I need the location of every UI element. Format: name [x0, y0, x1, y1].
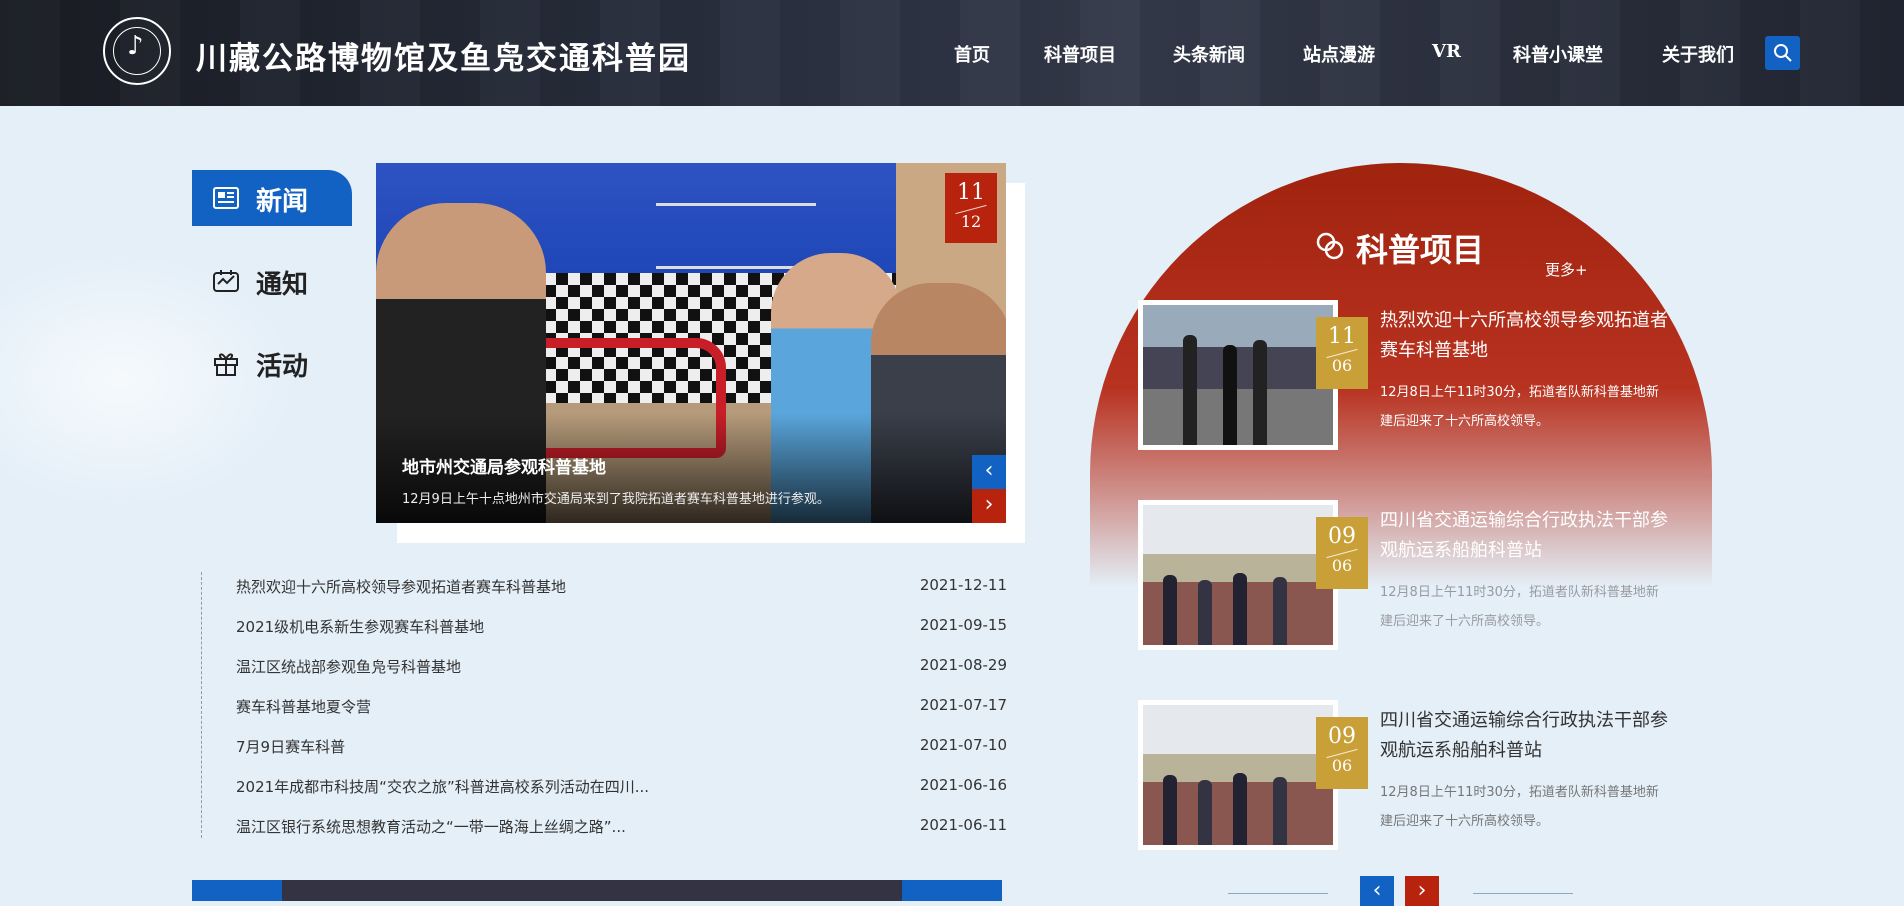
slider-date-badge: 11 12: [945, 173, 997, 243]
science-next-button[interactable]: ›: [1405, 876, 1439, 906]
newspaper-icon: [213, 187, 239, 209]
tab-notice[interactable]: 通知: [192, 253, 352, 309]
science-item[interactable]: 11 06 热烈欢迎十六所高校领导参观拓道者赛车科普基地 12月8日上午11时3…: [1138, 300, 1693, 450]
news-title[interactable]: 温江区银行系统思想教育活动之“一带一路海上丝绸之路”...: [236, 816, 626, 837]
nav-site-tour[interactable]: 站点漫游: [1303, 41, 1375, 67]
news-date: 2021-06-16: [919, 776, 1007, 794]
tab-news[interactable]: 新闻: [192, 170, 352, 226]
news-list: 热烈欢迎十六所高校领导参观拓道者赛车科普基地 2021-12-11 2021级机…: [201, 572, 1007, 838]
pager-line-left: [1228, 893, 1328, 894]
chevron-right-icon: ›: [984, 492, 994, 517]
news-date: 2021-12-11: [919, 576, 1007, 594]
nav-about[interactable]: 关于我们: [1662, 41, 1734, 67]
science-item-desc: 12月8日上午11时30分，拓道者队新科普基地新建后迎来了十六所高校领导。: [1380, 385, 1659, 429]
nav-science-class[interactable]: 科普小课堂: [1513, 41, 1603, 67]
more-link[interactable]: 更多+: [1545, 259, 1588, 280]
tab-activity-label: 活动: [256, 352, 309, 382]
news-date: 2021-06-11: [919, 816, 1007, 834]
chevron-left-icon: ‹: [1372, 878, 1382, 903]
date-day: 06: [1331, 556, 1353, 575]
science-item-date-badge: 09 06: [1316, 517, 1368, 589]
science-item[interactable]: 09 06 四川省交通运输综合行政执法干部参观航运系船舶科普站 12月8日上午1…: [1138, 500, 1693, 650]
chevron-left-icon: ‹: [984, 458, 994, 483]
slider-date-day: 12: [960, 212, 982, 231]
pager-line-right: [1473, 893, 1573, 894]
science-item-thumbnail[interactable]: [1138, 300, 1338, 450]
science-item[interactable]: 09 06 四川省交通运输综合行政执法干部参观航运系船舶科普站 12月8日上午1…: [1138, 700, 1693, 850]
slider-next-button[interactable]: ›: [972, 489, 1006, 523]
date-month: 11: [1328, 324, 1356, 349]
news-date: 2021-08-29: [919, 656, 1007, 674]
site-title[interactable]: 川藏公路博物馆及鱼凫交通科普园: [196, 33, 691, 78]
search-button[interactable]: [1765, 36, 1800, 70]
list-item[interactable]: 2021年成都市科技周“交农之旅”科普进高校系列活动在四川... 2021-06…: [202, 772, 1007, 802]
news-slider[interactable]: 11 12 地市州交通局参观科普基地 12月9日上午十点地州市交通局来到了我院拓…: [376, 163, 1006, 523]
news-title[interactable]: 7月9日赛车科普: [236, 736, 345, 757]
date-day: 06: [1331, 756, 1353, 775]
science-item-desc: 12月8日上午11时30分，拓道者队新科普基地新建后迎来了十六所高校领导。: [1380, 785, 1659, 829]
science-item-desc: 12月8日上午11时30分，拓道者队新科普基地新建后迎来了十六所高校领导。: [1380, 585, 1659, 629]
gift-icon: [214, 353, 238, 376]
science-prev-button[interactable]: ‹: [1360, 876, 1394, 906]
news-title[interactable]: 赛车科普基地夏令营: [236, 696, 371, 717]
science-item-title[interactable]: 四川省交通运输综合行政执法干部参观航运系船舶科普站: [1380, 506, 1680, 566]
nav-science-projects[interactable]: 科普项目: [1044, 41, 1116, 67]
list-item[interactable]: 7月9日赛车科普 2021-07-10: [202, 732, 1007, 762]
nav-headlines[interactable]: 头条新闻: [1173, 41, 1245, 67]
news-title[interactable]: 2021年成都市科技周“交农之旅”科普进高校系列活动在四川...: [236, 776, 649, 797]
logo-seal-icon[interactable]: ♪: [103, 17, 171, 85]
news-title[interactable]: 2021级机电系新生参观赛车科普基地: [236, 616, 484, 637]
list-item[interactable]: 温江区统战部参观鱼凫号科普基地 2021-08-29: [202, 652, 1007, 682]
list-item[interactable]: 热烈欢迎十六所高校领导参观拓道者赛车科普基地 2021-12-11: [202, 572, 1007, 602]
science-item-date-badge: 11 06: [1316, 317, 1368, 389]
date-month: 09: [1328, 724, 1356, 749]
list-item[interactable]: 温江区银行系统思想教育活动之“一带一路海上丝绸之路”... 2021-06-11: [202, 812, 1007, 842]
chevron-right-icon: ›: [1417, 878, 1427, 903]
news-title[interactable]: 热烈欢迎十六所高校领导参观拓道者赛车科普基地: [236, 576, 566, 597]
next-section-preview: [192, 880, 1002, 901]
tab-activity[interactable]: 活动: [192, 335, 352, 391]
tab-notice-label: 通知: [256, 270, 309, 300]
list-item[interactable]: 赛车科普基地夏令营 2021-07-17: [202, 692, 1007, 722]
slider-title[interactable]: 地市州交通局参观科普基地: [402, 453, 606, 478]
nav-home[interactable]: 首页: [954, 41, 990, 67]
news-date: 2021-07-10: [919, 736, 1007, 754]
slider-prev-button[interactable]: ‹: [972, 455, 1006, 489]
science-item-thumbnail[interactable]: [1138, 700, 1338, 850]
science-item-title[interactable]: 四川省交通运输综合行政执法干部参观航运系船舶科普站: [1380, 706, 1680, 766]
news-date: 2021-09-15: [919, 616, 1007, 634]
slider-date-month: 11: [957, 180, 985, 205]
tab-news-label: 新闻: [256, 187, 309, 217]
site-header: ♪ 川藏公路博物馆及鱼凫交通科普园 首页 科普项目 头条新闻 站点漫游 VR 科…: [0, 0, 1904, 106]
nav-vr[interactable]: VR: [1432, 41, 1461, 62]
notice-icon: [213, 270, 239, 292]
science-item-date-badge: 09 06: [1316, 717, 1368, 789]
science-project-icon: [1316, 232, 1344, 260]
news-date: 2021-07-17: [919, 696, 1007, 714]
science-item-title[interactable]: 热烈欢迎十六所高校领导参观拓道者赛车科普基地: [1380, 306, 1680, 366]
date-month: 09: [1328, 524, 1356, 549]
list-item[interactable]: 2021级机电系新生参观赛车科普基地 2021-09-15: [202, 612, 1007, 642]
science-panel-title: 科普项目: [1356, 231, 1485, 269]
science-item-thumbnail[interactable]: [1138, 500, 1338, 650]
news-title[interactable]: 温江区统战部参观鱼凫号科普基地: [236, 656, 461, 677]
slider-description: 12月9日上午十点地州市交通局来到了我院拓道者赛车科普基地进行参观。: [402, 492, 830, 507]
date-day: 06: [1331, 356, 1353, 375]
search-icon: [1774, 44, 1792, 62]
